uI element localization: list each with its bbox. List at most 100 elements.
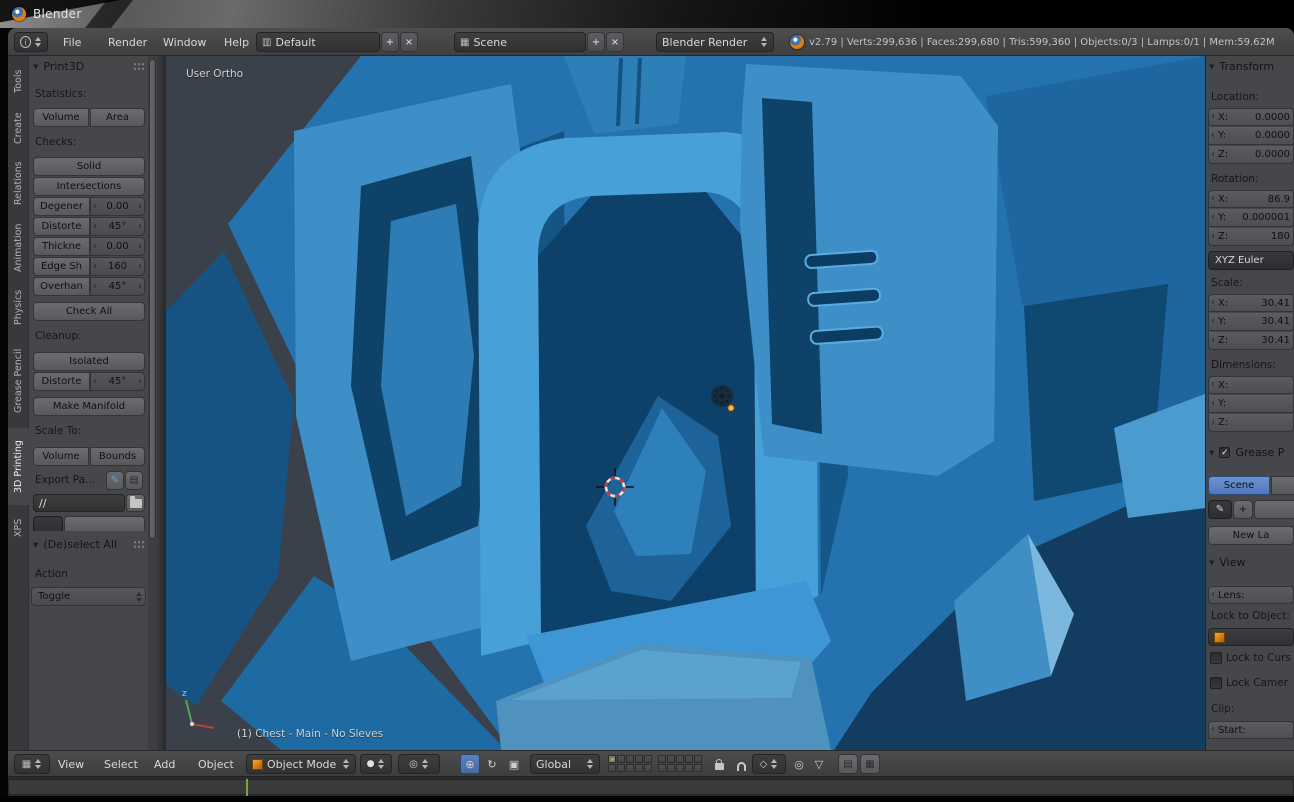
layer-cell[interactable] (667, 755, 675, 763)
rotation-y-field[interactable]: ‹ Y:0.000001 (1208, 209, 1294, 227)
clip-start-field[interactable]: ‹ Start: (1208, 721, 1294, 739)
layer-cell[interactable] (676, 764, 684, 772)
grease-pencil-panel-header[interactable]: ▼ ✓ Grease P (1209, 446, 1293, 459)
check-all-button[interactable]: Check All (33, 302, 145, 321)
layer-cell[interactable] (694, 755, 702, 763)
overhang-value-field[interactable]: ‹ 45° › (90, 277, 145, 296)
lock-object-picker[interactable] (1208, 628, 1294, 646)
location-z-field[interactable]: ‹ Z:0.0000 (1208, 146, 1294, 164)
layer-cell[interactable] (667, 764, 675, 772)
decrement-icon[interactable]: ‹ (93, 222, 97, 232)
pivot-point-dropdown[interactable]: ◎ (398, 754, 440, 774)
editor-type-button[interactable]: i (14, 32, 48, 52)
dimensions-z-field[interactable]: ‹ Z: (1208, 414, 1294, 432)
increment-icon[interactable]: › (138, 282, 142, 292)
scale-x-field[interactable]: ‹ X:30.41 (1208, 294, 1294, 312)
scene-field[interactable]: ▦ Scene (454, 32, 586, 52)
snap-toggle[interactable] (732, 754, 750, 774)
tab-relations[interactable]: Relations (8, 155, 29, 212)
editor-type-button[interactable]: ▦ (14, 754, 50, 774)
layer-cell[interactable] (617, 764, 625, 772)
rotation-z-field[interactable]: ‹ Z:180 (1208, 228, 1294, 246)
screen-layout-field[interactable]: ▥ Default (256, 32, 380, 52)
dimensions-x-field[interactable]: ‹ X: (1208, 376, 1294, 394)
increment-icon[interactable]: › (138, 202, 142, 212)
decrement-icon[interactable]: ‹ (93, 262, 97, 272)
decrement-icon[interactable]: ‹ (93, 377, 97, 387)
layer-cell[interactable] (608, 764, 616, 772)
scale-y-field[interactable]: ‹ Y:30.41 (1208, 313, 1294, 331)
decrement-icon[interactable]: ‹ (93, 282, 97, 292)
location-y-field[interactable]: ‹ Y:0.0000 (1208, 127, 1294, 145)
layer-cell[interactable] (635, 755, 643, 763)
check-overhang-button[interactable]: Overhan (33, 277, 90, 296)
lens-field[interactable]: ‹ Lens: (1208, 586, 1294, 604)
location-x-field[interactable]: ‹ X:0.0000 (1208, 108, 1294, 126)
menu-help[interactable]: Help (224, 36, 249, 49)
menu-view[interactable]: View (58, 758, 84, 771)
manipulator-translate-toggle[interactable]: ⊕ (460, 754, 480, 774)
layer-cell[interactable] (676, 755, 684, 763)
decrement-icon[interactable]: ‹ (1211, 131, 1215, 141)
opengl-render-anim-button[interactable]: ▦ (860, 754, 880, 774)
layer-cell[interactable] (608, 755, 616, 763)
lock-to-scene-toggle[interactable] (710, 754, 728, 774)
proportional-edit-toggle[interactable]: ▽ (810, 754, 828, 774)
snap-peel-toggle[interactable]: ◎ (790, 754, 808, 774)
menu-file[interactable]: File (63, 36, 81, 49)
layer-cell[interactable] (626, 764, 634, 772)
distorted-value-field[interactable]: ‹ 45° › (90, 217, 145, 236)
decrement-icon[interactable]: ‹ (1211, 232, 1215, 242)
degenerate-value-field[interactable]: ‹ 0.00 › (90, 197, 145, 216)
menu-render[interactable]: Render (108, 36, 147, 49)
grease-add-button[interactable]: + (1233, 500, 1253, 519)
export-eyedropper-button[interactable]: ✎ (106, 471, 124, 490)
layout-delete-button[interactable]: × (400, 32, 418, 52)
scene-add-button[interactable]: + (587, 32, 605, 52)
manipulator-rotate-toggle[interactable]: ↻ (482, 754, 502, 774)
decrement-icon[interactable]: ‹ (1211, 725, 1215, 735)
mode-dropdown[interactable]: Object Mode (246, 754, 356, 774)
make-manifold-button[interactable]: Make Manifold (33, 397, 145, 416)
layer-cell[interactable] (685, 755, 693, 763)
menu-add[interactable]: Add (154, 758, 175, 771)
layer-cell[interactable] (685, 764, 693, 772)
menu-select[interactable]: Select (104, 758, 138, 771)
layer-cell[interactable] (626, 755, 634, 763)
decrement-icon[interactable]: ‹ (1211, 213, 1215, 223)
dimensions-y-field[interactable]: ‹ Y: (1208, 395, 1294, 413)
cleanup-isolated-button[interactable]: Isolated (33, 352, 145, 371)
cleanup-distorted-button[interactable]: Distorte (33, 372, 90, 391)
scale-z-field[interactable]: ‹ Z:30.41 (1208, 332, 1294, 350)
check-thickness-button[interactable]: Thickne (33, 237, 90, 256)
check-edge-sharp-button[interactable]: Edge Sh (33, 257, 90, 276)
decrement-icon[interactable]: ‹ (1211, 194, 1215, 204)
decrement-icon[interactable]: ‹ (1211, 590, 1215, 600)
export-format-dropdown[interactable] (33, 516, 63, 531)
lock-cursor-checkbox[interactable] (1210, 652, 1222, 664)
tab-create[interactable]: Create (8, 106, 29, 150)
timeline-track[interactable] (8, 779, 1294, 795)
deselect-all-panel-header[interactable]: ▼ (De)select All (33, 538, 145, 551)
render-engine-dropdown[interactable]: Blender Render (656, 32, 774, 52)
export-button[interactable] (64, 516, 145, 531)
decrement-icon[interactable]: ‹ (1211, 399, 1215, 409)
increment-icon[interactable]: › (138, 222, 142, 232)
grease-extra-button[interactable] (1254, 500, 1294, 519)
decrement-icon[interactable]: ‹ (93, 242, 97, 252)
check-degenerate-button[interactable]: Degener (33, 197, 90, 216)
decrement-icon[interactable]: ‹ (1211, 317, 1215, 327)
decrement-icon[interactable]: ‹ (1211, 380, 1215, 390)
menu-window[interactable]: Window (163, 36, 206, 49)
viewport-shading-dropdown[interactable]: ● (360, 754, 392, 774)
increment-icon[interactable]: › (138, 377, 142, 387)
decrement-icon[interactable]: ‹ (1211, 298, 1215, 308)
tab-tools[interactable]: Tools (8, 60, 29, 102)
check-distorted-button[interactable]: Distorte (33, 217, 90, 236)
tab-physics[interactable]: Physics (8, 283, 29, 332)
toolshelf-scrollbar[interactable] (149, 59, 156, 539)
file-browse-button[interactable] (126, 494, 145, 512)
check-solid-button[interactable]: Solid (33, 157, 145, 176)
print3d-panel-header[interactable]: ▼ Print3D (33, 60, 145, 73)
snap-element-dropdown[interactable]: ◇ (752, 754, 786, 774)
